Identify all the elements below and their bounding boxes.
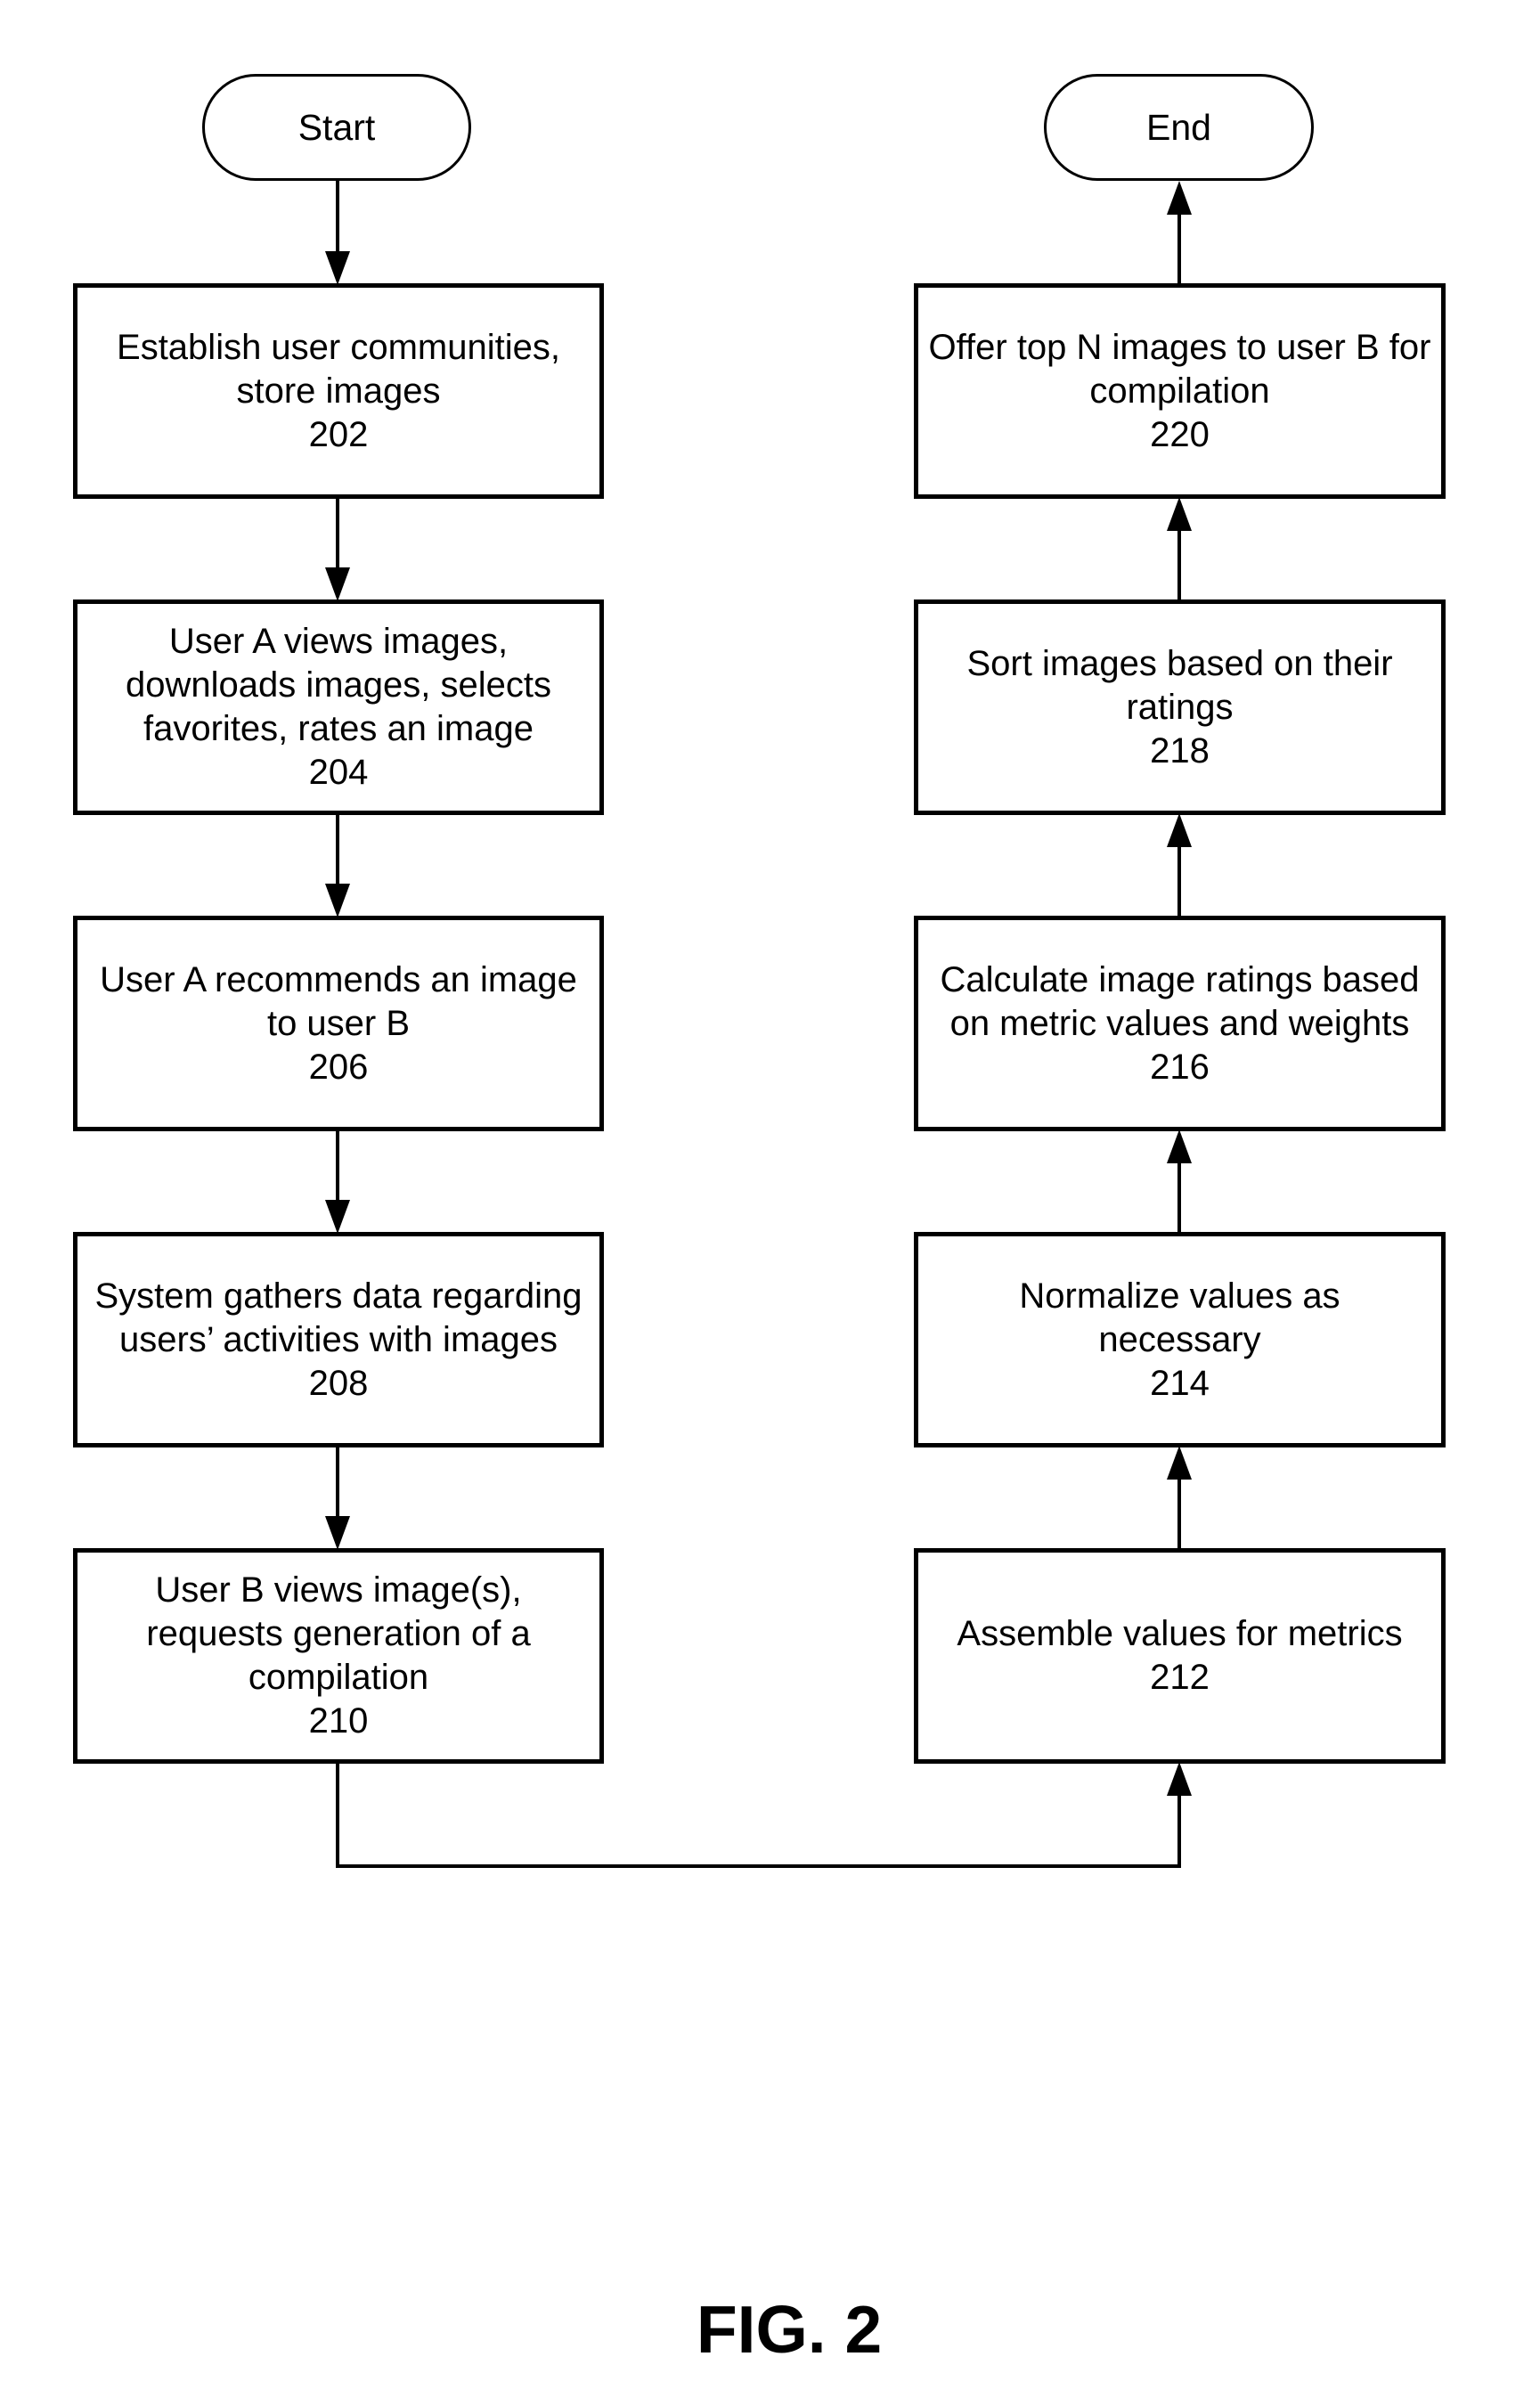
step-206: User A recommends an image to user B 206 [73,916,604,1131]
step-text: User B views image(s), requests generati… [146,1570,531,1697]
step-216: Calculate image ratings based on metric … [914,916,1446,1131]
step-204: User A views images, downloads images, s… [73,599,604,815]
end-label: End [1146,106,1211,148]
step-number: 204 [308,753,369,792]
step-number: 208 [308,1363,369,1403]
step-number: 218 [1150,730,1210,771]
arrowhead-up-icon [1167,1446,1192,1480]
arrowhead-down-icon [325,251,350,285]
step-number: 214 [1150,1363,1210,1403]
step-number: 206 [308,1047,369,1087]
step-text: Sort images based on their ratings [966,643,1393,727]
arrowhead-up-icon [1167,497,1192,531]
start-terminal: Start [202,74,471,181]
step-text: Normalize values as necessary [1019,1276,1340,1359]
edge-210-212 [336,1762,1181,1868]
step-number: 202 [308,414,369,454]
arrowhead-up-icon [1167,813,1192,847]
step-220: Offer top N images to user B for compila… [914,283,1446,499]
arrowhead-down-icon [325,1516,350,1550]
step-202: Establish user communities, store images… [73,283,604,499]
step-218: Sort images based on their ratings 218 [914,599,1446,815]
step-text: Calculate image ratings based on metric … [940,959,1420,1043]
arrowhead-down-icon [325,884,350,917]
step-208: System gathers data regarding users’ act… [73,1232,604,1447]
step-number: 210 [308,1701,369,1741]
start-label: Start [297,106,376,148]
step-text: User A views images, downloads images, s… [125,622,552,748]
flowchart-canvas: Start End Establish user communities, st… [0,0,1540,2381]
end-terminal: End [1044,74,1314,181]
step-number: 216 [1150,1047,1210,1087]
arrowhead-down-icon [325,567,350,601]
arrowhead-down-icon [325,1200,350,1234]
step-number: 220 [1150,414,1210,454]
step-text: System gathers data regarding users’ act… [94,1276,583,1359]
step-text: Assemble values for metrics [957,1614,1403,1653]
step-214: Normalize values as necessary 214 [914,1232,1446,1447]
step-210: User B views image(s), requests generati… [73,1548,604,1764]
step-212: Assemble values for metrics 212 [914,1548,1446,1764]
arrowhead-up-icon [1167,181,1192,215]
step-text: Establish user communities, store images [117,327,560,411]
step-text: User A recommends an image to user B [100,959,577,1043]
arrowhead-up-icon [1167,1762,1192,1796]
arrowhead-up-icon [1167,1129,1192,1163]
step-number: 212 [1150,1658,1210,1697]
figure-label: FIG. 2 [696,2292,883,2367]
step-text: Offer top N images to user B for compila… [928,327,1431,411]
